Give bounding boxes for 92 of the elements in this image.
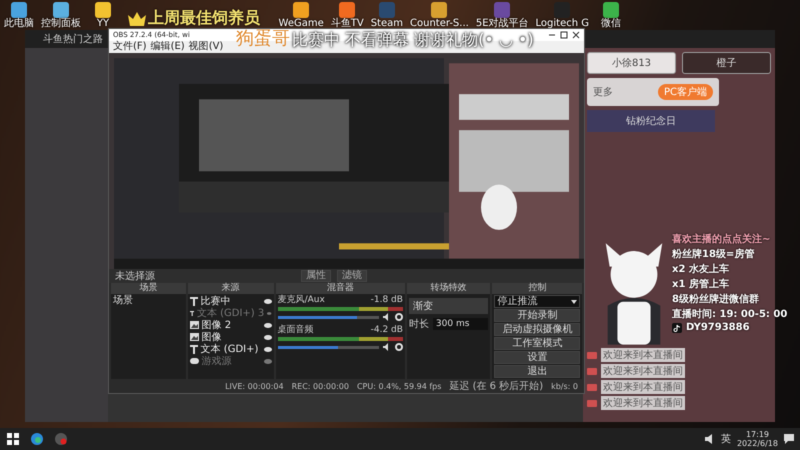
control-button[interactable]: 退出 [494,365,580,378]
overlay-text: 直播时间: 19: 00-5: 00 [672,308,788,321]
desktop-icon-label[interactable]: Counter-S... [410,18,469,29]
fan-day-banner: 钻粉纪念日 [587,110,715,132]
caret-icon [571,300,578,304]
delay-status: 延迟 (在 6 秒后开始) [449,380,544,393]
source-item[interactable]: 比赛中 [200,296,261,306]
cpu-status: CPU: 0.4%, 59.94 fps [356,382,442,390]
desktop-icon-label[interactable]: 微信 [601,18,621,29]
input-method[interactable]: 英 [720,432,731,446]
control-button[interactable]: 设置 [494,351,580,364]
desktop-icon-label[interactable]: WeGame [278,18,324,29]
dock-title: 控制 [492,283,582,294]
windows-icon[interactable] [6,432,20,446]
control-button[interactable]: 停止推流 [494,295,580,308]
source-item[interactable]: 图像 2 [202,320,261,330]
menu-item[interactable]: 视图(V) [188,41,224,53]
crown-icon [128,12,146,26]
desktop-icon-label[interactable]: 斗鱼TV [330,18,364,29]
source-item[interactable]: 图像 [202,332,261,342]
dock-title: 来源 [188,283,274,294]
overlay-text: 8级粉丝牌进微信群 [672,292,760,306]
player-tab[interactable]: 橙子 [682,52,771,74]
source-item[interactable]: 文本 (GDI+) 3 [196,308,264,318]
app-icon[interactable] [339,2,356,18]
app-icon[interactable] [53,2,69,18]
channel-name: 桌面音频 [278,325,314,335]
dock-title: 转场特效 [406,283,490,294]
browser-icon[interactable] [30,432,44,446]
clock[interactable]: 17:19 2022/6/18 [736,430,778,448]
speaker-icon[interactable] [382,313,391,321]
channel-name: 麦克风/Aux [278,295,325,305]
more-link[interactable]: 更多 [593,85,613,99]
bitrate-status: kb/s: 0 [551,382,578,390]
image-icon [190,321,199,329]
control-button[interactable]: 工作室模式 [494,337,580,350]
menu-item[interactable]: 编辑(E) [150,41,185,53]
desktop-icon-label[interactable]: Logitech G [536,18,589,29]
transition-select[interactable]: 渐变 [408,298,488,314]
app-icon[interactable] [431,2,448,18]
maximize-icon[interactable] [560,31,568,39]
notification-icon[interactable] [784,434,794,444]
account-id: DY9793886 [686,322,750,333]
banner-title: 上周最佳饲养员 [148,8,260,29]
control-button[interactable]: 开始录制 [494,309,580,322]
db-reading: -1.8 dB [370,295,403,305]
live-status: LIVE: 00:00:04 [225,382,284,390]
toolbar-button[interactable]: 属性 [301,270,331,282]
overlay-text: 粉丝牌18级=房管 [672,247,756,261]
desktop-icon-label[interactable]: 控制面板 [41,18,81,29]
desktop-icon-label[interactable]: 5E对战平台 [476,18,529,29]
overlay-text: 喜欢主播的点点关注~ [672,232,772,246]
source-item[interactable]: 文本 (GDI+) [200,344,261,354]
scene-item[interactable]: 场景 [113,295,184,307]
streamer-name: 狗蛋哥 [236,28,290,50]
rec-status: REC: 00:00:00 [292,382,349,390]
no-source-label: 未选择源 [115,270,156,282]
menu-item[interactable]: 文件(F) [113,41,147,53]
volume-slider[interactable] [278,316,379,318]
duration-field[interactable]: 300 ms [432,318,488,330]
dock-title: 混音器 [276,283,405,294]
desktop-icon-label[interactable]: YY [96,18,110,29]
overlay-text: x2 水友上车 [672,262,730,276]
browser-tab[interactable]: 斗鱼热门之路 [43,32,103,46]
app-icon[interactable] [603,2,619,18]
image-icon [190,333,199,341]
desktop-icon-label[interactable]: 此电脑 [4,18,34,29]
close-icon[interactable] [572,31,580,39]
overlay-text: x1 房管上车 [672,277,730,291]
marquee-text: 比赛中 不看弹幕 谢谢礼物(• ◡ •) [292,30,534,51]
app-icon[interactable] [11,2,27,18]
duration-label: 时长 [408,318,429,331]
volume-slider[interactable] [278,346,379,348]
record-icon[interactable] [54,432,68,446]
text-icon [190,344,198,354]
chat-message: 欢迎来到本直播间 [601,380,685,394]
source-item[interactable]: 游戏源 [202,356,261,366]
settings-icon[interactable] [394,313,403,321]
player-tab[interactable]: 小徐813 [587,52,676,74]
speaker-icon[interactable] [704,434,715,444]
chat-message: 欢迎来到本直播间 [601,348,685,362]
control-button[interactable]: 启动虚拟摄像机 [494,323,580,336]
settings-icon[interactable] [394,343,403,351]
speaker-icon[interactable] [382,343,391,351]
db-reading: -4.2 dB [370,325,403,335]
toolbar-button[interactable]: 滤镜 [337,270,367,282]
dock-title: 场景 [111,283,186,294]
app-icon[interactable] [95,2,111,18]
desktop-icon-label[interactable]: Steam [370,18,403,29]
app-icon[interactable] [293,2,310,18]
chat-message: 欢迎来到本直播间 [601,364,685,378]
chat-message: 欢迎来到本直播间 [601,396,685,410]
